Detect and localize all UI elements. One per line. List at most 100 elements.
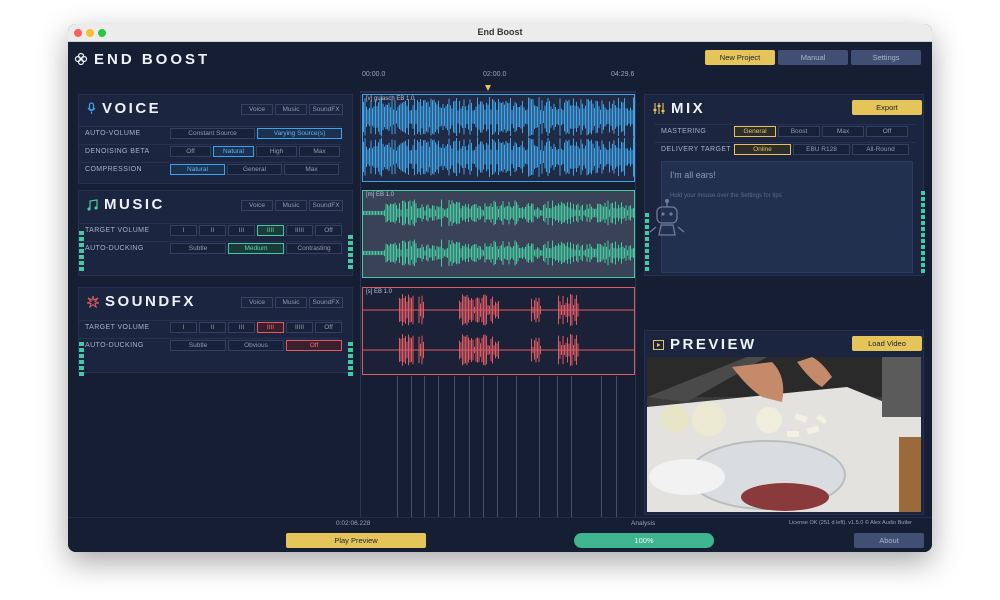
waveform-bar [630,147,631,167]
waveform-bar [510,206,511,220]
sfx-vol-2[interactable]: II [199,322,226,333]
waveform-bar [432,140,433,174]
sfx-vol-1[interactable]: I [170,322,197,333]
music-vol-off[interactable]: Off [315,225,342,236]
waveform-bar [619,207,621,219]
option-constant-source[interactable]: Constant Source [170,128,255,139]
delivery-all-round[interactable]: All-Round [852,144,909,155]
waveform-bar [543,150,544,164]
play-preview-button[interactable]: Play Preview [286,533,426,548]
waveform-bar [486,246,487,260]
waveform-bar [522,100,523,134]
load-video-button[interactable]: Load Video [852,336,922,351]
soundfx-tab-music[interactable]: Music [275,297,307,308]
waveform-bar [505,246,507,260]
denoise-natural[interactable]: Natural [213,146,254,157]
mastering-max[interactable]: Max [822,126,864,137]
waveform-bar [561,108,562,126]
music-duck-contrasting[interactable]: Contrasting [286,243,342,254]
music-vol-5[interactable]: IIIII [286,225,313,236]
sfx-duck-off[interactable]: Off [286,340,342,351]
waveform-bar [432,245,433,261]
waveform-bar [379,139,381,175]
manual-button[interactable]: Manual [778,50,848,65]
waveform-bar [471,246,472,260]
sfx-vol-4[interactable]: IIII [257,322,284,333]
denoise-max[interactable]: Max [299,146,340,157]
denoise-off[interactable]: Off [170,146,211,157]
sfx-duck-subtle[interactable]: Subtle [170,340,226,351]
sfx-vol-off[interactable]: Off [315,322,342,333]
music-track[interactable]: [m] EB 1.0 [362,190,635,278]
music-tab-voice[interactable]: Voice [241,200,273,211]
voice-tab-voice[interactable]: Voice [241,104,273,115]
waveform-bar [513,105,514,129]
waveform-bar [562,150,564,164]
mastering-general[interactable]: General [734,126,776,137]
soundfx-tab-soundfx[interactable]: SoundFX [309,297,343,308]
waveform-bar [375,99,376,135]
waveform-bar [435,249,436,257]
music-vol-2[interactable]: II [199,225,226,236]
waveform-bar [483,210,484,216]
waveform-bar [504,104,505,130]
waveform-bar [624,208,625,218]
waveform-bar [444,107,445,127]
waveform-bar [486,206,487,220]
waveform-bar [427,141,429,173]
waveform-bar [511,247,513,259]
waveform-bar [609,249,610,257]
delivery-ebu-r128[interactable]: EBU R128 [793,144,850,155]
waveform-bar [540,150,541,164]
waveform-bar [451,240,453,266]
waveform-bar [496,246,498,260]
waveform-bar [631,208,633,218]
compression-max[interactable]: Max [284,164,339,175]
waveform-bar [499,142,501,172]
voice-tab-soundfx[interactable]: SoundFX [309,104,343,115]
voice-track[interactable]: [v] gulasch EB 1.0 [362,94,635,182]
music-tab-music[interactable]: Music [275,200,307,211]
music-vol-1[interactable]: I [170,225,197,236]
waveform-bar [529,138,531,176]
option-varying-sources[interactable]: Varying Source(s) [257,128,342,139]
waveform-area[interactable]: [v] gulasch EB 1.0 [m] EB 1.0 [s] EB 1.0 [360,94,636,550]
music-duck-subtle[interactable]: Subtle [170,243,226,254]
about-button[interactable]: About [854,533,924,548]
delivery-online[interactable]: Online [734,144,791,155]
waveform-bar [444,147,445,167]
music-vol-4[interactable]: IIII [257,225,284,236]
waveform-bar [588,99,589,135]
voice-waveform [363,97,634,177]
soundfx-track[interactable]: [s] EB 1.0 [362,287,635,375]
mastering-off[interactable]: Off [866,126,908,137]
music-vol-3[interactable]: III [228,225,255,236]
new-project-button[interactable]: New Project [705,50,775,65]
denoise-high[interactable]: High [256,146,297,157]
waveform-bar [544,145,546,169]
waveform-bar [400,249,402,257]
waveform-bar [588,248,589,258]
export-button[interactable]: Export [852,100,922,115]
waveform-bar [388,205,390,221]
settings-button[interactable]: Settings [851,50,921,65]
playhead-icon[interactable] [485,85,491,91]
soundfx-tab-voice[interactable]: Voice [241,297,273,308]
voice-tab-music[interactable]: Music [275,104,307,115]
sfx-vol-5[interactable]: IIIII [286,322,313,333]
waveform-bar [454,243,456,263]
waveform-bar [555,205,556,221]
compression-general[interactable]: General [227,164,282,175]
mastering-boost[interactable]: Boost [778,126,820,137]
music-duck-medium[interactable]: Medium [228,243,284,254]
timeline-ruler[interactable] [360,80,636,94]
sfx-duck-obvious[interactable]: Obvious [228,340,284,351]
playback-time: 0:02:06.228 [336,520,371,527]
waveform-bar [385,104,387,130]
compression-natural[interactable]: Natural [170,164,225,175]
sfx-vol-3[interactable]: III [228,322,255,333]
waveform-bar [565,245,567,261]
waveform-bar [498,248,499,258]
video-preview[interactable] [647,357,921,512]
music-tab-soundfx[interactable]: SoundFX [309,200,343,211]
